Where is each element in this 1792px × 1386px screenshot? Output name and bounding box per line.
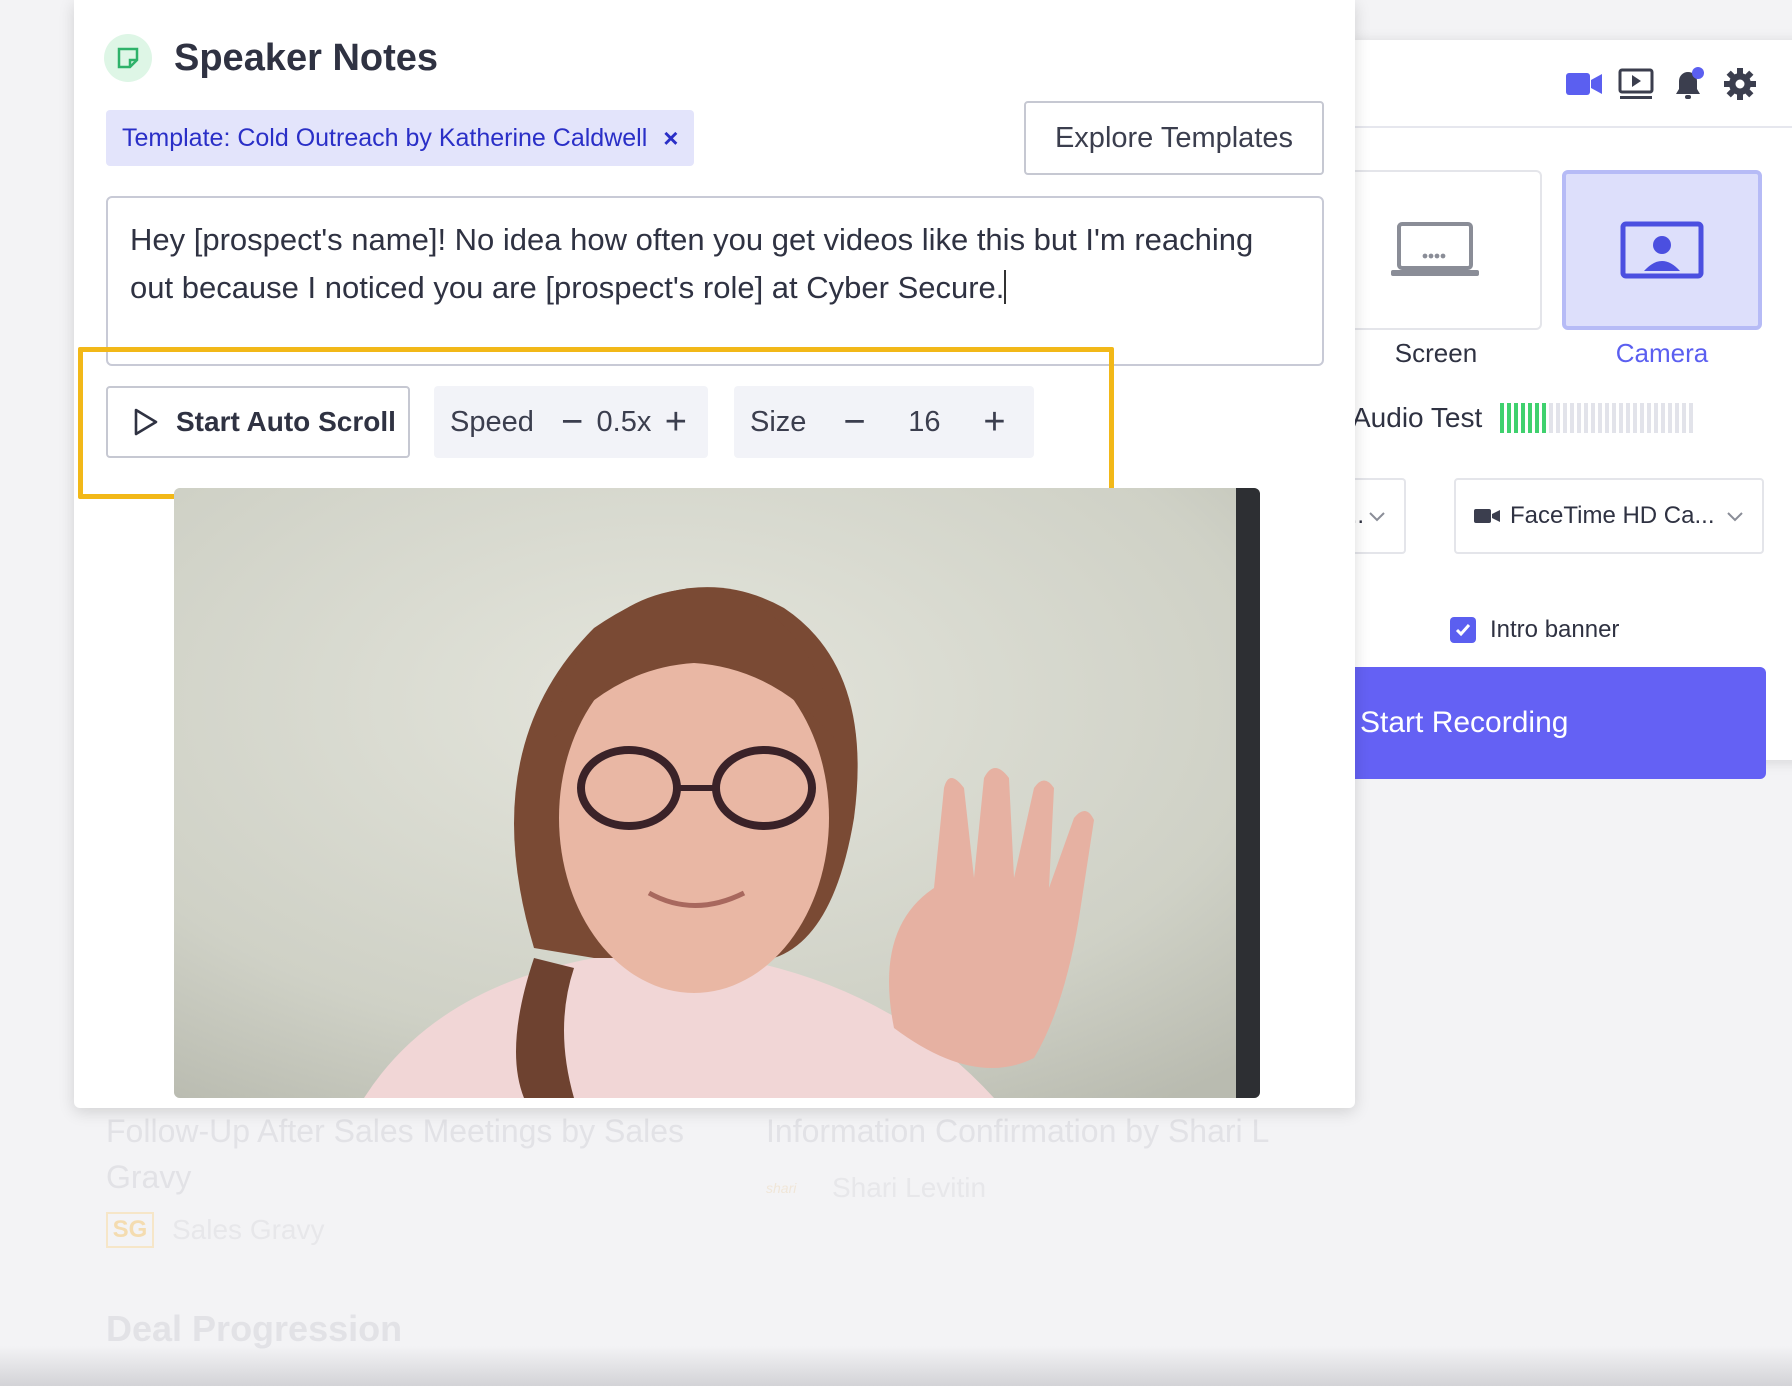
camera-preview-image [174,488,1260,1098]
audio-meter-bar [1598,403,1603,433]
audio-meter-bar [1661,403,1666,433]
audio-meter-bar [1605,403,1610,433]
audio-meter-bar [1682,403,1687,433]
size-decrease-button[interactable]: − [834,402,874,442]
audio-meter-bar [1675,403,1680,433]
audio-meter-bar [1577,403,1582,433]
page-title: Speaker Notes [174,36,439,79]
size-control: Size − 16 + [734,386,1034,458]
library-card-author: SG Sales Gravy [106,1212,325,1248]
speaker-notes-textarea[interactable]: Hey [prospect's name]! No idea how often… [106,196,1324,366]
speaker-notes-panel: Speaker Notes Template: Cold Outreach by… [74,0,1355,1108]
audio-meter-bar [1521,403,1526,433]
screen-record-icon[interactable] [1616,64,1656,104]
intro-banner-checkbox[interactable] [1450,617,1476,643]
speed-value: 0.5x [596,405,652,438]
chevron-down-icon [1727,512,1743,522]
video-camera-icon[interactable] [1564,64,1604,104]
text-caret [1004,270,1007,304]
speed-decrease-button[interactable]: − [556,402,588,442]
audio-meter-bar [1689,403,1694,433]
library-card-title[interactable]: Follow-Up After Sales Meetings by Sales … [106,1108,726,1200]
checkmark-icon [1455,624,1471,637]
audio-meter-bar [1556,403,1561,433]
audio-meter-bar [1542,403,1547,433]
sales-gravy-logo: SG [106,1212,154,1248]
video-camera-icon [1474,509,1500,523]
audio-meter-bar [1654,403,1659,433]
recorder-toolbar [1330,40,1792,128]
camera-select[interactable]: FaceTime HD Ca... [1454,478,1764,554]
speaker-notes-header: Speaker Notes [104,34,438,82]
settings-gear-icon[interactable] [1720,64,1760,104]
audio-meter-bar [1619,403,1624,433]
close-icon[interactable]: × [663,123,678,154]
screen-source-tile[interactable] [1330,170,1542,330]
audio-meter-bar [1535,403,1540,433]
audio-test-row: Audio Test [1352,402,1694,434]
audio-meter-bar [1633,403,1638,433]
play-icon [134,408,158,436]
shari-logo: shari [766,1180,797,1196]
size-increase-button[interactable]: + [974,402,1014,442]
audio-meter-bar [1507,403,1512,433]
camera-select-value: FaceTime HD Ca... [1510,502,1715,529]
audio-meter-bar [1563,403,1568,433]
camera-user-icon [1620,221,1704,279]
audio-meter-bar [1514,403,1519,433]
audio-meter-bar [1647,403,1652,433]
camera-source-tile[interactable] [1562,170,1762,330]
speed-increase-button[interactable]: + [660,402,692,442]
section-heading: Deal Progression [106,1308,403,1349]
audio-meter-bar [1584,403,1589,433]
audio-meter-bar [1500,403,1505,433]
sticky-note-icon [104,34,152,82]
audio-test-label: Audio Test [1352,402,1483,433]
speed-label: Speed [450,405,534,438]
notification-bell-icon[interactable] [1668,64,1708,104]
screen-source-label: Screen [1394,338,1478,368]
camera-source-label: Camera [1615,338,1709,368]
intro-banner-row: Intro banner [1450,616,1619,644]
intro-banner-label: Intro banner [1490,616,1620,643]
audio-meter-bar [1640,403,1645,433]
explore-templates-button[interactable]: Explore Templates [1024,101,1324,175]
author-name: Shari Levitin [832,1172,987,1203]
audio-meter-bar [1591,403,1596,433]
start-auto-scroll-label: Start Auto Scroll [176,406,396,437]
audio-meter-bar [1549,403,1554,433]
audio-meter-bar [1612,403,1617,433]
recorder-panel: Screen Camera Audio Test ... FaceTime HD… [1326,40,1792,779]
camera-preview [174,488,1260,1098]
audio-meter-bar [1528,403,1533,433]
start-recording-button[interactable]: Start Recording [1330,667,1766,779]
size-label: Size [750,405,807,438]
start-auto-scroll-button[interactable]: Start Auto Scroll [106,386,410,458]
bottom-shade [0,1346,1792,1386]
library-card-author: shari Shari Levitin [766,1172,986,1204]
author-name: Sales Gravy [172,1214,325,1245]
audio-level-meter [1500,403,1694,433]
speaker-notes-text: Hey [prospect's name]! No idea how often… [130,222,1254,305]
chevron-down-icon [1369,512,1385,522]
audio-meter-bar [1570,403,1575,433]
library-card-title[interactable]: Information Confirmation by Shari L [766,1108,1326,1154]
audio-meter-bar [1668,403,1673,433]
template-chip: Template: Cold Outreach by Katherine Cal… [106,110,695,166]
size-value: 16 [908,405,941,438]
audio-meter-bar [1626,403,1631,433]
laptop-icon [1391,222,1479,276]
speed-control: Speed − 0.5x + [434,386,708,458]
template-chip-label: Template: Cold Outreach by Katherine Cal… [122,123,648,152]
